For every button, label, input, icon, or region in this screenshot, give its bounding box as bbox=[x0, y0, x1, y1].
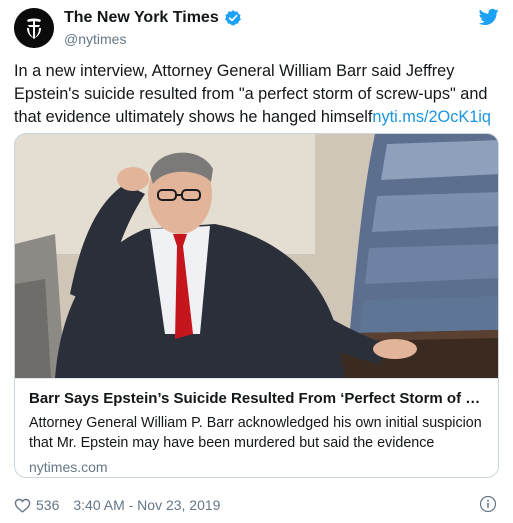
info-icon[interactable] bbox=[479, 495, 497, 513]
card-image[interactable] bbox=[15, 134, 498, 378]
account-handle[interactable]: @nytimes bbox=[64, 31, 242, 47]
twitter-bird-icon[interactable] bbox=[479, 8, 499, 26]
display-name-row: The New York Times bbox=[64, 8, 242, 28]
tweet-header: The New York Times @nytimes bbox=[14, 8, 499, 52]
card-title[interactable]: Barr Says Epstein’s Suicide Resulted Fro… bbox=[29, 389, 484, 409]
display-name[interactable]: The New York Times bbox=[64, 9, 219, 27]
tweet-timestamp[interactable]: 3:40 AM - Nov 23, 2019 bbox=[73, 497, 220, 513]
account-names: The New York Times @nytimes bbox=[64, 8, 242, 47]
verified-badge-icon bbox=[224, 9, 242, 27]
heart-icon[interactable] bbox=[14, 497, 31, 514]
card-description: Attorney General William P. Barr acknowl… bbox=[29, 415, 482, 451]
link-preview-card[interactable]: Barr Says Epstein’s Suicide Resulted Fro… bbox=[14, 133, 499, 478]
card-domain: nytimes.com bbox=[29, 459, 108, 475]
tweet-link[interactable]: nyti.ms/2OcK1iq bbox=[372, 108, 491, 126]
card-body: Barr Says Epstein’s Suicide Resulted Fro… bbox=[15, 378, 498, 477]
tweet-footer: 536 3:40 AM - Nov 23, 2019 bbox=[14, 495, 499, 515]
tweet-text: In a new interview, Attorney General Wil… bbox=[14, 60, 500, 129]
nyt-avatar-icon[interactable] bbox=[14, 8, 54, 48]
like-count[interactable]: 536 bbox=[36, 497, 59, 513]
